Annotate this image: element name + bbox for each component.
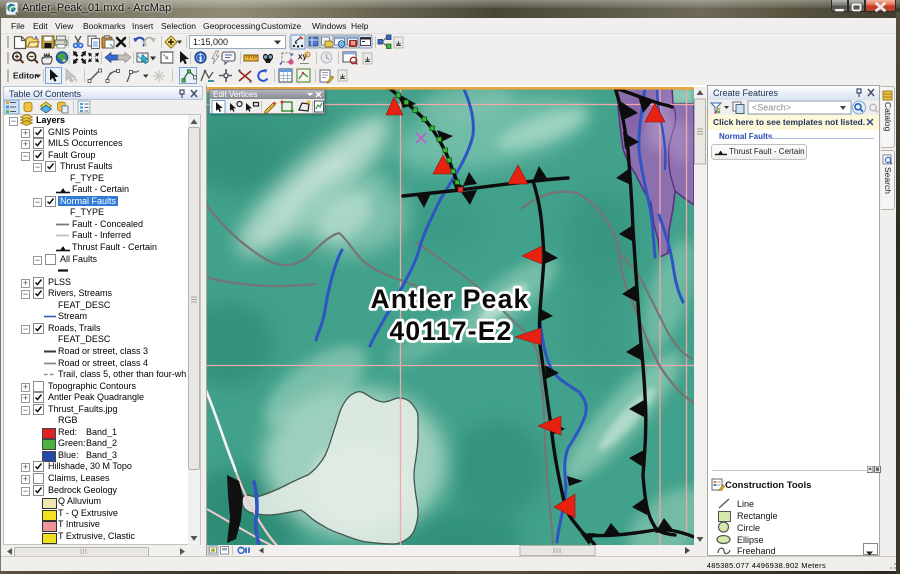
svg-text:Editor: Editor	[13, 71, 38, 81]
svg-text:<Search>: <Search>	[752, 103, 791, 113]
svg-text:A: A	[72, 75, 78, 84]
svg-text:40117-E2: 40117-E2	[389, 316, 512, 346]
svg-text:1:15,000: 1:15,000	[193, 37, 228, 47]
svg-text:Antler Peak: Antler Peak	[370, 284, 529, 314]
